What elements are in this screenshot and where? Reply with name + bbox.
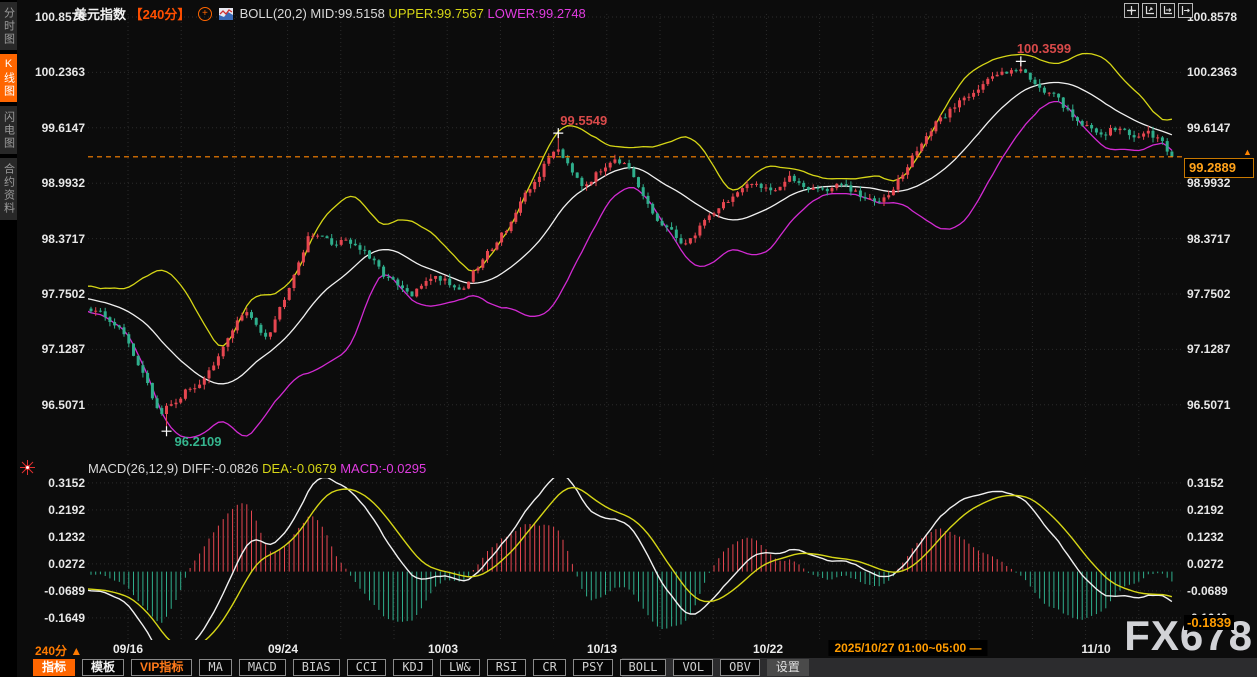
price-axis-label: 97.1287	[1187, 342, 1231, 357]
macd-axis-label: 0.1232	[1187, 530, 1224, 544]
move-crosshair-icon[interactable]	[1124, 3, 1139, 18]
highlighted-time-range: 2025/10/27 01:00~05:00 —	[828, 640, 988, 656]
date-label: 11/10	[1081, 642, 1111, 656]
macd-macd-value: MACD:-0.0295	[340, 461, 427, 476]
instrument-name: 美元指数	[74, 7, 127, 22]
toolbar-button-1[interactable]: 模板	[82, 659, 125, 676]
price-axis-label: 100.2363	[34, 65, 85, 80]
boll-lower-value: LOWER:99.2748	[487, 6, 586, 21]
chart-header: 美元指数 【240分】 + BOLL(20,2) MID:99.5158 UPP…	[74, 4, 586, 23]
toolbar-button-12[interactable]: BOLL	[619, 659, 667, 676]
scale-axis-left-icon[interactable]	[1142, 3, 1157, 18]
macd-axis-label: -0.0689	[44, 584, 85, 598]
date-label: 10/22	[752, 642, 784, 656]
price-axis-label: 97.1287	[41, 342, 85, 357]
last-price-badge: 99.2889	[1184, 158, 1254, 178]
time-axis: 240分 ▲ 2025/10/27 01:00~05:00 — 09/16 09/…	[0, 640, 1257, 658]
period-label[interactable]: 240分 ▲	[35, 642, 82, 659]
date-label: 10/03	[427, 642, 459, 656]
price-up-arrow-icon: ▲	[1243, 147, 1252, 157]
toolbar-button-2[interactable]: VIP指标	[131, 659, 193, 676]
price-axis-label: 98.3717	[1187, 231, 1231, 246]
price-axis-label: 97.7502	[1187, 287, 1231, 301]
boll-upper-value: UPPER:99.7567	[388, 6, 484, 21]
macd-dea-value: DEA:-0.0679	[262, 461, 337, 476]
macd-axis-label: -0.0689	[1187, 584, 1228, 598]
date-label: 09/16	[112, 642, 144, 656]
toolbar-button-3[interactable]: MA	[199, 659, 232, 676]
macd-axis-label: 0.2192	[1187, 503, 1224, 517]
macd-diff-value: DIFF:-0.0826	[181, 461, 259, 476]
toolbar-button-15[interactable]: 设置	[766, 659, 809, 676]
macd-last-value-badge: -0.1839	[1184, 615, 1235, 630]
chart-window-controls	[1124, 3, 1193, 18]
exit-pane-icon[interactable]	[1178, 3, 1193, 18]
annotation-low: 96.2109	[174, 434, 222, 450]
price-axis-label: 98.3717	[41, 231, 85, 246]
price-axis-label: 100.2363	[1187, 65, 1238, 80]
annotation-high2: 100.3599	[1016, 41, 1072, 57]
date-label: 09/24	[267, 642, 299, 656]
price-axis-label: 98.9932	[41, 176, 85, 191]
toolbar-button-0[interactable]: 指标	[33, 659, 76, 676]
macd-axis-label: 0.0272	[48, 557, 85, 571]
toolbar-button-5[interactable]: BIAS	[292, 659, 340, 676]
toolbar-button-11[interactable]: PSY	[572, 659, 613, 676]
indicator-toolbar: 指标 模板 VIP指标 MA MACD BIAS CCI KDJ LW& RSI CR PSY BOLL…	[33, 659, 809, 676]
alert-burst-icon[interactable]	[20, 460, 35, 480]
toolbar-button-13[interactable]: VOL	[673, 659, 714, 676]
price-macd-chart	[88, 14, 1183, 640]
macd-params-label: MACD(26,12,9)	[88, 461, 179, 476]
toolbar-button-10[interactable]: CR	[533, 659, 566, 676]
sidebar-tab-contract-info[interactable]: 合约资料	[0, 158, 17, 220]
price-axis-label: 97.7502	[41, 287, 85, 301]
macd-axis-label: 0.3152	[1187, 476, 1224, 490]
price-axis-label: 99.6147	[1187, 120, 1231, 135]
timeframe-label: 【240分】	[129, 7, 191, 22]
sidebar-tab-time-chart[interactable]: 分时图	[0, 2, 17, 50]
circle-plus-icon[interactable]: +	[197, 6, 212, 21]
toolbar-button-9[interactable]: RSI	[486, 659, 527, 676]
macd-header: MACD(26,12,9) DIFF:-0.0826 DEA:-0.0679 M…	[88, 461, 426, 476]
macd-axis-label: 0.0272	[1187, 557, 1224, 571]
sidebar-tab-kline-chart[interactable]: K线图	[0, 54, 17, 102]
annotation-high1: 99.5549	[560, 113, 608, 129]
macd-axis-label: -0.1649	[44, 611, 85, 625]
scale-axis-right-icon[interactable]	[1160, 3, 1175, 18]
boll-mid-value: MID:99.5158	[310, 6, 385, 21]
boll-label: BOLL(20,2)	[239, 6, 307, 21]
price-axis-label: 100.8578	[1187, 10, 1238, 24]
toolbar-button-6[interactable]: CCI	[346, 659, 387, 676]
toolbar-button-7[interactable]: KDJ	[393, 659, 434, 676]
macd-axis-label: 0.2192	[48, 503, 85, 517]
left-sidebar: 分时图 K线图 闪电图 合约资料	[0, 0, 17, 677]
sidebar-tab-lightning-chart[interactable]: 闪电图	[0, 106, 17, 154]
toolbar-button-4[interactable]: MACD	[238, 659, 286, 676]
price-axis-label: 98.9932	[1187, 176, 1231, 191]
trading-app: 分时图 K线图 闪电图 合约资料 美元指数 【240分】 + BOLL(20,2…	[0, 0, 1257, 677]
date-label: 10/13	[586, 642, 618, 656]
macd-axis-label: 0.1232	[48, 530, 85, 544]
toolbar-button-14[interactable]: OBV	[720, 659, 760, 676]
mini-chart-icon[interactable]	[218, 7, 233, 20]
price-axis-label: 96.5071	[1187, 397, 1231, 412]
toolbar-button-8[interactable]: LW&	[440, 659, 480, 676]
price-axis-label: 96.5071	[41, 397, 85, 412]
price-axis-label: 99.6147	[41, 120, 85, 135]
macd-axis-label: 0.3152	[48, 476, 85, 490]
